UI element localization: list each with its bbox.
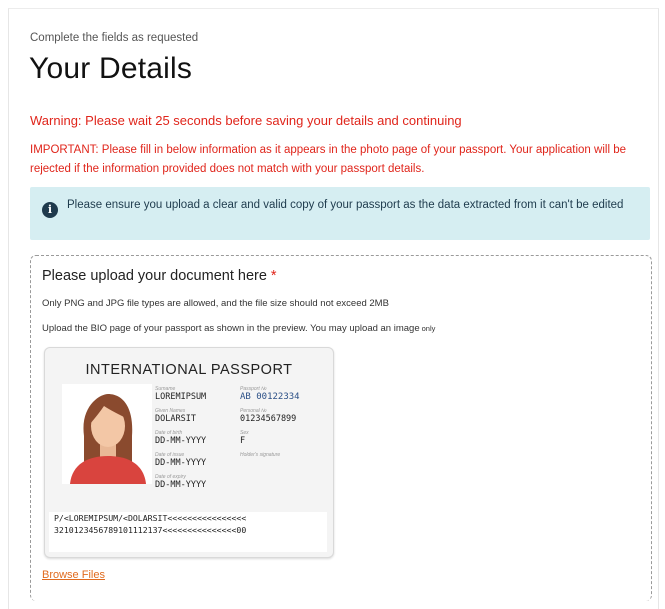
info-alert: i Please ensure you upload a clear and v… bbox=[30, 187, 650, 240]
expiry-date-field: Date of expiry DD-MM-YYYY bbox=[155, 474, 206, 490]
page-subtitle: Complete the fields as requested bbox=[30, 32, 199, 44]
mrz-line-2: 3210123456789101112137<<<<<<<<<<<<<<<00 bbox=[54, 525, 247, 535]
given-names-value: DOLARSIT bbox=[155, 414, 196, 424]
passport-header: INTERNATIONAL PASSPORT bbox=[85, 362, 293, 378]
given-names-field: Given Names DOLARSIT bbox=[155, 408, 196, 424]
file-type-note: Only PNG and JPG file types are allowed,… bbox=[42, 298, 389, 309]
dob-field: Date of birth DD-MM-YYYY bbox=[155, 430, 206, 446]
mrz-line-1: P/<LOREMIPSUM/<DOLARSIT<<<<<<<<<<<<<<<< bbox=[54, 513, 247, 523]
browse-files-link[interactable]: Browse Files bbox=[42, 569, 105, 581]
upload-heading: Please upload your document here * bbox=[42, 268, 277, 284]
page-title: Your Details bbox=[29, 52, 193, 85]
passport-preview: INTERNATIONAL PASSPORT Surname LOREMIPSU… bbox=[44, 347, 334, 558]
sex-field: Sex F bbox=[240, 430, 249, 446]
passport-number-field: Passport № AB 00122334 bbox=[240, 386, 300, 402]
issue-date-value: DD-MM-YYYY bbox=[155, 458, 207, 468]
person-avatar-icon bbox=[62, 384, 152, 484]
signature-label: Holder's signature bbox=[240, 452, 281, 458]
bio-page-note-only: only bbox=[421, 324, 436, 333]
passport-number-value: AB 00122334 bbox=[240, 392, 300, 402]
required-asterisk: * bbox=[270, 268, 277, 284]
personal-number-field: Personal № 01234567899 bbox=[240, 408, 296, 424]
expiry-date-value: DD-MM-YYYY bbox=[155, 480, 207, 490]
dob-value: DD-MM-YYYY bbox=[155, 436, 207, 446]
issue-date-field: Date of issue DD-MM-YYYY bbox=[155, 452, 206, 468]
upload-heading-text: Please upload your document here bbox=[42, 268, 267, 284]
passport-photo bbox=[62, 384, 152, 484]
personal-number-value: 01234567899 bbox=[240, 414, 297, 424]
info-alert-text: Please ensure you upload a clear and val… bbox=[67, 199, 624, 211]
surname-value: LOREMIPSUM bbox=[155, 392, 207, 402]
info-icon: i bbox=[42, 202, 58, 218]
wait-warning: Warning: Please wait 25 seconds before s… bbox=[30, 113, 462, 128]
important-notice: IMPORTANT: Please fill in below informat… bbox=[30, 144, 626, 175]
signature-field: Holder's signature bbox=[240, 452, 280, 458]
bio-page-note-text: Upload the BIO page of your passport as … bbox=[42, 323, 420, 334]
sex-value: F bbox=[240, 436, 246, 446]
surname-field: Surname LOREMIPSUM bbox=[155, 386, 206, 402]
machine-readable-zone: P/<LOREMIPSUM/<DOLARSIT<<<<<<<<<<<<<<<< … bbox=[49, 512, 327, 552]
bio-page-note: Upload the BIO page of your passport as … bbox=[42, 323, 435, 334]
document-upload-dropzone[interactable]: Please upload your document here * Only P… bbox=[30, 255, 652, 601]
